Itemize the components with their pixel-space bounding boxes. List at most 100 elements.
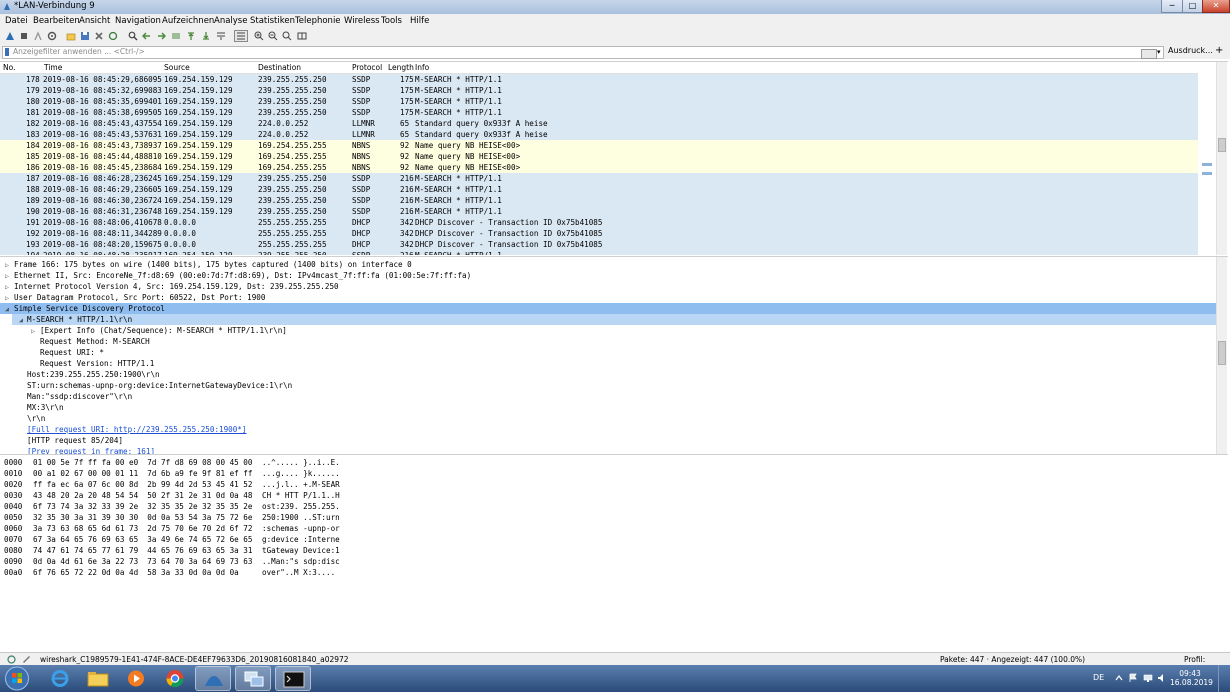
detail-tree-text[interactable]: [Full request URI: http://239.255.255.25… [27,425,246,434]
expand-arrow-icon[interactable]: ▷ [5,294,9,302]
expert-info-icon[interactable] [7,655,16,664]
detail-tree-item[interactable]: ▷ Frame 166: 175 bytes on wire (1400 bits… [0,259,1216,270]
packet-row[interactable]: 181 2019-08-16 08:45:38,699505 169.254.159… [0,107,1198,118]
menu-statistiken[interactable]: Statistiken [250,16,295,26]
close-button[interactable]: ✕ [1202,0,1230,13]
hex-ascii[interactable]: g:device :Interne [262,535,340,544]
expand-arrow-icon[interactable]: ▷ [31,327,35,335]
detail-tree-item[interactable]: Request URI: * [0,347,1216,358]
packet-row[interactable]: 185 2019-08-16 08:45:44,488810 169.254.159… [0,151,1198,162]
hex-bytes[interactable]: 32 35 30 3a 31 39 30 30 0d 0a 53 54 3a 7… [33,513,252,522]
packet-row[interactable]: 186 2019-08-16 08:45:45,238684 169.254.159… [0,162,1198,173]
zoom-normal-icon[interactable] [282,31,292,41]
hex-bytes[interactable]: 43 48 20 2a 20 48 54 54 50 2f 31 2e 31 0… [33,491,252,500]
hex-ascii[interactable]: 250:1900 ..ST:urn [262,513,340,522]
detail-tree-text[interactable]: [Prev request in frame: 161] [27,447,155,454]
autoscroll-icon[interactable] [216,31,226,41]
detail-tree-item[interactable]: [Full request URI: http://239.255.255.25… [0,424,1216,435]
hex-ascii[interactable]: over"..M X:3.... [262,568,335,577]
expand-arrow-icon[interactable]: ▷ [5,261,9,269]
detail-tree-item[interactable]: MX:3\r\n [0,402,1216,413]
hex-bytes[interactable]: 6f 73 74 3a 32 33 39 2e 32 35 35 2e 32 3… [33,502,252,511]
detail-tree-item[interactable]: ◢ Simple Service Discovery Protocol [0,303,1216,314]
tray-expand-icon[interactable] [1115,674,1123,682]
detail-tree-item[interactable]: ▷ Ethernet II, Src: EncoreNe_7f:d8:69 (00… [0,270,1216,281]
go-to-packet-icon[interactable] [171,31,181,41]
detail-tree-item[interactable]: [Prev request in frame: 161] [0,446,1216,454]
detail-tree-item[interactable]: ▷ User Datagram Protocol, Src Port: 60522… [0,292,1216,303]
colorize-icon[interactable] [234,30,248,42]
go-first-icon[interactable] [186,31,196,41]
filter-dropdown-icon[interactable]: ▾ [1157,48,1161,56]
collapse-arrow-icon[interactable]: ◢ [19,316,23,324]
hex-ascii[interactable]: ...j.l.. +.M-SEAR [262,480,340,489]
detail-tree-item[interactable]: ▷ Internet Protocol Version 4, Src: 169.2… [0,281,1216,292]
go-last-icon[interactable] [201,31,211,41]
shark-fin-start-icon[interactable] [5,31,15,41]
packet-row[interactable]: 183 2019-08-16 08:45:43,537631 169.254.159… [0,129,1198,140]
hex-bytes[interactable]: 0d 0a 4d 61 6e 3a 22 73 73 64 70 3a 64 6… [33,557,252,566]
reload-icon[interactable] [108,31,118,41]
taskbar-internet-explorer[interactable] [42,666,78,691]
packet-minimap[interactable] [1198,73,1216,255]
hex-ascii[interactable]: tGateway Device:1 [262,546,340,555]
open-file-icon[interactable] [66,31,76,41]
resize-columns-icon[interactable] [297,31,307,41]
packet-row[interactable]: 187 2019-08-16 08:46:28,236245 169.254.159… [0,173,1198,184]
add-filter-button[interactable]: + [1215,45,1223,56]
minimize-button[interactable]: ─ [1161,0,1183,13]
taskbar-remote-desktop[interactable] [235,666,271,691]
show-desktop-button[interactable] [1218,665,1230,692]
detail-tree-item[interactable]: ▷ [Expert Info (Chat/Sequence): M-SEARCH … [0,325,1216,336]
detail-tree-item[interactable]: Man:"ssdp:discover"\r\n [0,391,1216,402]
collapse-arrow-icon[interactable]: ◢ [5,305,9,313]
column-header-source[interactable]: Source [164,63,190,72]
column-header-time[interactable]: Time [44,63,62,72]
taskbar-media-player[interactable] [118,666,154,691]
taskbar-file-explorer[interactable] [80,666,116,691]
menu-tools[interactable]: Tools [381,16,402,26]
go-forward-icon[interactable] [156,31,166,41]
column-header-destination[interactable]: Destination [258,63,301,72]
details-scrollbar[interactable] [1216,257,1227,454]
go-back-icon[interactable] [142,31,152,41]
packet-list-scrollbar[interactable] [1216,62,1227,255]
zoom-out-icon[interactable] [268,31,278,41]
detail-tree-item[interactable]: [HTTP request 85/204] [0,435,1216,446]
hex-bytes[interactable]: 00 a1 02 67 00 00 01 11 7d 6b a9 fe 9f 8… [33,469,252,478]
capture-comment-icon[interactable] [22,655,31,664]
close-file-icon[interactable] [94,31,104,41]
display-filter-input[interactable]: Anzeigefilter anwenden ... <Ctrl-/> ▾ [2,46,1164,59]
maximize-button[interactable]: □ [1182,0,1203,13]
expand-arrow-icon[interactable]: ▷ [5,283,9,291]
column-header-protocol[interactable]: Protocol [352,63,382,72]
detail-tree-item[interactable]: ◢ M-SEARCH * HTTP/1.1\r\n [12,314,1216,325]
menu-analyse[interactable]: Analyse [214,16,247,26]
bookmark-icon[interactable] [5,48,9,56]
menu-hilfe[interactable]: Hilfe [410,16,429,26]
details-scrollbar-thumb[interactable] [1218,341,1226,365]
hex-ascii[interactable]: ost:239. 255.255. [262,502,340,511]
options-gear-icon[interactable] [47,31,57,41]
menu-telephonie[interactable]: Telephonie [295,16,341,26]
menu-wireless[interactable]: Wireless [344,16,380,26]
menu-datei[interactable]: Datei [5,16,28,26]
detail-tree-item[interactable]: Host:239.255.255.250:1900\r\n [0,369,1216,380]
hex-bytes[interactable]: 3a 73 63 68 65 6d 61 73 2d 75 70 6e 70 2… [33,524,252,533]
hex-bytes[interactable]: 6f 76 65 72 22 0d 0a 4d 58 3a 33 0d 0a 0… [33,568,239,577]
hex-bytes[interactable]: 01 00 5e 7f ff fa 00 e0 7d 7f d8 69 08 0… [33,458,252,467]
packet-row[interactable]: 189 2019-08-16 08:46:30,236724 169.254.159… [0,195,1198,206]
find-packet-icon[interactable] [128,31,138,41]
detail-tree-item[interactable]: \r\n [0,413,1216,424]
hex-bytes[interactable]: ff fa ec 6a 07 6c 00 8d 2b 99 4d 2d 53 4… [33,480,252,489]
packet-row[interactable]: 184 2019-08-16 08:45:43,738937 169.254.159… [0,140,1198,151]
windows-start-icon[interactable] [4,666,30,691]
hex-ascii[interactable]: ..Man:"s sdp:disc [262,557,340,566]
network-icon[interactable] [1143,673,1153,683]
packet-row[interactable]: 182 2019-08-16 08:45:43,437554 169.254.159… [0,118,1198,129]
volume-icon[interactable] [1157,673,1167,683]
packet-row[interactable]: 190 2019-08-16 08:46:31,236748 169.254.159… [0,206,1198,217]
packet-row[interactable]: 180 2019-08-16 08:45:35,699401 169.254.159… [0,96,1198,107]
taskbar-wireshark[interactable] [195,666,231,691]
taskbar-clock[interactable]: 09:43 16.08.2019 [1170,669,1213,687]
